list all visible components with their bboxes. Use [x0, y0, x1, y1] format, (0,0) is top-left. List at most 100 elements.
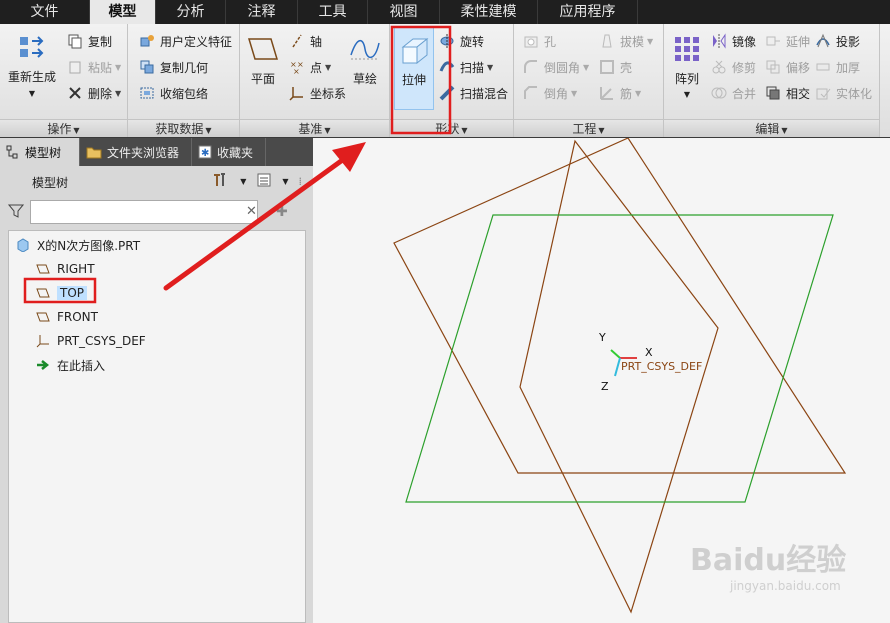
graphics-viewport[interactable]: Y X Z PRT_CSYS_DEF Baidu经验 jingyan.baidu…: [313, 138, 890, 623]
csys-button[interactable]: 坐标系: [288, 82, 346, 104]
trim-button[interactable]: 修剪: [710, 56, 756, 78]
chamfer-button[interactable]: 倒角 ▼: [522, 82, 577, 104]
model-tree: X的N次方图像.PRT RIGHT TOP FRONT PRT_CSYS_DEF…: [8, 230, 306, 623]
tree-node-csys[interactable]: PRT_CSYS_DEF: [35, 331, 146, 351]
tab-folder-browser[interactable]: 文件夹浏览器: [80, 138, 192, 166]
shell-button[interactable]: 壳: [598, 56, 632, 78]
shrinkwrap-button[interactable]: 收缩包络: [138, 82, 208, 104]
watermark: Baidu经验 jingyan.baidu.com: [690, 535, 880, 605]
group-datum: 平面 轴 × × × 点 ▼ 坐标系 草绘 基准 ▼: [240, 24, 390, 137]
tab-view[interactable]: 视图: [368, 0, 440, 24]
udf-button[interactable]: 用户定义特征: [138, 30, 232, 52]
chevron-down-icon[interactable]: ▼: [282, 177, 288, 186]
tab-annotate[interactable]: 注释: [226, 0, 298, 24]
trim-label: 修剪: [732, 60, 757, 75]
more-options-icon[interactable]: ⁞: [299, 175, 303, 188]
sketch-button[interactable]: 草绘: [348, 32, 382, 87]
tree-search-input[interactable]: [30, 200, 258, 224]
csys-label: PRT_CSYS_DEF: [621, 360, 702, 373]
group-label-datum[interactable]: 基准 ▼: [240, 119, 389, 137]
revolve-button[interactable]: 旋转: [438, 30, 484, 52]
tree-node-root-label: X的N次方图像.PRT: [37, 238, 141, 253]
settings-tools-icon[interactable]: [212, 172, 230, 191]
tree-node-top[interactable]: TOP: [35, 283, 88, 303]
tree-node-insert-here[interactable]: 在此插入: [35, 355, 105, 375]
intersect-button[interactable]: 相交: [764, 82, 810, 104]
delete-button[interactable]: 删除 ▼: [66, 82, 121, 104]
offset-button[interactable]: 偏移: [764, 56, 810, 78]
show-list-icon[interactable]: [256, 172, 272, 191]
tab-applications[interactable]: 应用程序: [538, 0, 638, 24]
tab-model-tree[interactable]: 模型树: [0, 138, 80, 166]
pattern-icon: [670, 32, 704, 66]
add-filter-icon[interactable]: ✚: [276, 204, 288, 220]
tree-node-top-label: TOP: [57, 286, 88, 300]
tree-node-right[interactable]: RIGHT: [35, 259, 95, 279]
group-label-operations[interactable]: 操作 ▼: [0, 119, 127, 137]
tree-node-front[interactable]: FRONT: [35, 307, 98, 327]
watermark-brand: Baidu经验: [690, 543, 847, 578]
thicken-button[interactable]: 加厚: [814, 56, 860, 78]
clear-search-icon[interactable]: ✕: [246, 204, 257, 219]
regenerate-label: 重新生成: [8, 70, 57, 84]
rib-button[interactable]: 筋 ▼: [598, 82, 641, 104]
csys-label: 坐标系: [310, 86, 347, 101]
swept-blend-button[interactable]: 扫描混合: [438, 82, 508, 104]
extrude-button[interactable]: 拉伸: [394, 26, 434, 110]
favorites-icon: ✱: [198, 145, 212, 159]
axis-button[interactable]: 轴: [288, 30, 322, 52]
point-button[interactable]: × × × 点 ▼: [288, 56, 331, 78]
tab-favorites[interactable]: ✱ 收藏夹: [192, 138, 266, 166]
axis-label: 轴: [310, 34, 323, 49]
intersect-icon: [764, 84, 782, 102]
datum-plane-brown-2[interactable]: [519, 139, 719, 614]
filter-icon[interactable]: [7, 203, 25, 222]
solidify-button[interactable]: 实体化: [814, 82, 872, 104]
tab-flexible-modeling[interactable]: 柔性建模: [440, 0, 538, 24]
folder-icon: [86, 145, 102, 159]
datum-axis-icon: [288, 32, 306, 50]
round-button[interactable]: 倒圆角 ▼: [522, 56, 589, 78]
ribbon-overflow: [880, 24, 890, 137]
shrinkwrap-icon: [138, 84, 156, 102]
copy-button[interactable]: 复制: [66, 30, 112, 52]
tab-file[interactable]: 文件: [0, 0, 90, 24]
csys-icon: [35, 333, 51, 349]
plane-button[interactable]: 平面: [246, 32, 280, 87]
group-label-engineering[interactable]: 工程 ▼: [514, 119, 663, 137]
revolve-icon: [438, 32, 456, 50]
tab-tools[interactable]: 工具: [298, 0, 368, 24]
draft-button[interactable]: 拔模 ▼: [598, 30, 653, 52]
regenerate-button[interactable]: 重新生成 ▼: [8, 30, 56, 98]
pattern-button[interactable]: 阵列 ▼: [670, 32, 704, 99]
csys-triad: Y X Z PRT_CSYS_DEF: [598, 331, 702, 393]
tree-node-front-label: FRONT: [57, 310, 98, 324]
sweep-button[interactable]: 扫描 ▼: [438, 56, 493, 78]
datum-plane-brown-1[interactable]: [393, 138, 847, 474]
tab-model[interactable]: 模型: [90, 0, 156, 24]
tree-node-root[interactable]: X的N次方图像.PRT: [15, 235, 140, 255]
paste-button[interactable]: 粘贴 ▼: [66, 56, 121, 78]
project-button[interactable]: 投影: [814, 30, 860, 52]
merge-button[interactable]: 合并: [710, 82, 756, 104]
hole-icon: [522, 32, 540, 50]
chevron-down-icon[interactable]: ▼: [240, 177, 246, 186]
group-label-shapes[interactable]: 形状 ▼: [390, 119, 513, 137]
regenerate-icon: [15, 30, 49, 64]
hole-button[interactable]: 孔: [522, 30, 556, 52]
swept-blend-label: 扫描混合: [460, 86, 509, 101]
ribbon-tab-bar: 文件 模型 分析 注释 工具 视图 柔性建模 应用程序: [0, 0, 890, 24]
mirror-button[interactable]: 镜像: [710, 30, 756, 52]
group-label-editing[interactable]: 编辑 ▼: [664, 119, 879, 137]
extend-button[interactable]: 延伸: [764, 30, 810, 52]
merge-icon: [710, 84, 728, 102]
tree-filter-row: ✕ ✚: [7, 198, 306, 226]
swept-blend-icon: [438, 84, 456, 102]
panel-tab-bar: 模型树 文件夹浏览器 ✱ 收藏夹: [0, 138, 313, 166]
thicken-label: 加厚: [836, 60, 861, 75]
copy-geometry-button[interactable]: 复制几何: [138, 56, 208, 78]
tab-analysis[interactable]: 分析: [156, 0, 226, 24]
paste-label: 粘贴: [88, 60, 113, 75]
group-label-get-data[interactable]: 获取数据 ▼: [128, 119, 239, 137]
tree-node-csys-label: PRT_CSYS_DEF: [57, 334, 146, 348]
